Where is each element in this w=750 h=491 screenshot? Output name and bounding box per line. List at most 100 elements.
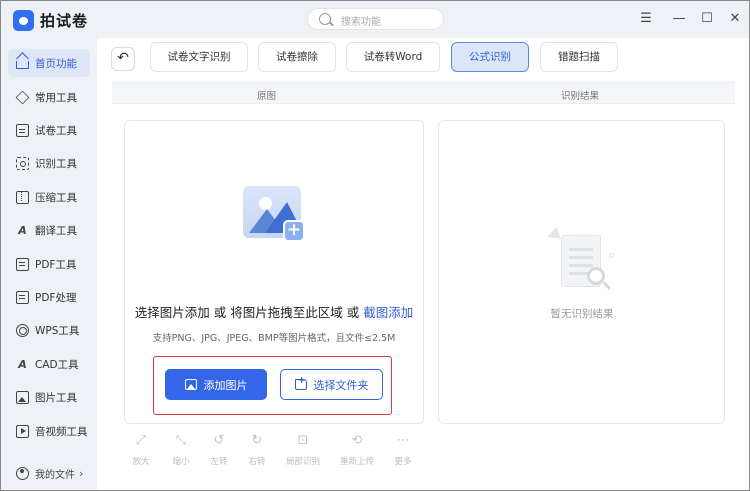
sidebar-item-recognize[interactable]: 识别工具	[8, 149, 90, 177]
rotate-right-icon: ↻	[251, 433, 263, 448]
original-image-header: 原图	[257, 91, 277, 102]
sidebar-item-common[interactable]: 常用工具	[8, 83, 90, 111]
reupload-icon: ⟲	[351, 433, 363, 448]
image-icon	[16, 390, 29, 404]
sidebar-item-label: PDF工具	[35, 258, 77, 271]
add-image-button[interactable]: 添加图片	[165, 369, 267, 400]
app-logo-icon	[13, 10, 34, 31]
partial-recognize-button[interactable]: ⊡ 局部识别	[283, 434, 323, 467]
app-title: 拍试卷	[40, 12, 89, 30]
my-files-label: 我的文件	[35, 469, 75, 481]
tool-label: 右转	[248, 457, 266, 467]
sidebar-item-label: PDF处理	[35, 291, 77, 304]
tab-paper-erase[interactable]: 试卷擦除	[258, 42, 336, 72]
chevron-right-icon: ›	[79, 466, 84, 480]
minimize-button[interactable]: —	[670, 10, 688, 28]
tool-label: 缩小	[172, 457, 190, 467]
tool-label: 局部识别	[285, 457, 320, 467]
choose-folder-button[interactable]: 选择文件夹	[280, 369, 383, 400]
tool-label: 左转	[210, 457, 228, 467]
sidebar-item-label: 试卷工具	[35, 124, 77, 137]
wps-icon	[16, 323, 29, 337]
back-button[interactable]: ↶	[111, 47, 135, 71]
add-image-illustration-icon: +	[243, 186, 307, 246]
rotate-left-icon: ↺	[213, 433, 225, 448]
compress-icon	[16, 190, 29, 204]
sidebar-item-pdf-process[interactable]: PDF处理	[8, 283, 90, 311]
sidebar-item-translate[interactable]: A 翻译工具	[8, 216, 90, 244]
upload-buttons-highlight: 添加图片 选择文件夹	[153, 356, 392, 415]
sidebar-item-label: 图片工具	[35, 391, 77, 404]
more-icon: ⋯	[396, 433, 410, 448]
title-bar: 拍试卷 搜索功能 ☰ — ☐ ✕	[1, 1, 749, 37]
more-button[interactable]: ⋯ 更多	[383, 434, 423, 467]
sidebar-item-label: WPS工具	[35, 324, 80, 337]
home-icon	[16, 61, 29, 69]
paper-icon	[16, 123, 29, 137]
zoom-in-button[interactable]: ⤢ 放大	[121, 434, 161, 467]
sidebar-item-wps[interactable]: WPS工具	[8, 316, 90, 344]
layers-icon	[15, 90, 30, 104]
crop-icon: ⊡	[297, 433, 309, 448]
sidebar-item-cad[interactable]: A CAD工具	[8, 350, 90, 378]
tab-formula-ocr[interactable]: 公式识别	[451, 42, 529, 72]
image-icon	[184, 379, 197, 390]
search-icon	[319, 13, 331, 25]
search-placeholder: 搜索功能	[341, 17, 381, 28]
main-content: ↶ 试卷文字识别 试卷擦除 试卷转Word 公式识别 错题扫描 原图 识别结果 …	[97, 38, 749, 490]
sidebar-item-label: 翻译工具	[35, 224, 77, 237]
close-button[interactable]: ✕	[726, 10, 744, 28]
sidebar-item-label: 音视频工具	[35, 425, 88, 438]
sidebar-item-home[interactable]: 首页功能	[8, 49, 90, 77]
app-window: 拍试卷 搜索功能 ☰ — ☐ ✕ 首页功能 常用工具 试卷工具 识别工具 压缩工…	[0, 0, 750, 491]
tab-paper-text-ocr[interactable]: 试卷文字识别	[150, 42, 248, 72]
sidebar: 首页功能 常用工具 试卷工具 识别工具 压缩工具 A 翻译工具 PDF工具 PD	[1, 43, 97, 490]
rotate-left-button[interactable]: ↺ 左转	[199, 434, 239, 467]
sidebar-item-image[interactable]: 图片工具	[8, 383, 90, 411]
empty-result-illustration-icon	[543, 227, 623, 299]
scan-icon	[16, 156, 29, 170]
upload-instructions: 选择图片添加 或 将图片拖拽至此区域 或 截图添加	[125, 302, 423, 321]
search-input[interactable]: 搜索功能	[307, 8, 444, 30]
tool-label: 放大	[132, 457, 150, 467]
folder-add-icon	[294, 375, 307, 390]
menu-button[interactable]: ☰	[637, 10, 655, 28]
rotate-right-button[interactable]: ↻ 右转	[237, 434, 277, 467]
media-icon	[16, 424, 29, 438]
screenshot-add-link[interactable]: 截图添加	[363, 305, 413, 320]
pdf-process-icon	[16, 290, 29, 304]
translate-icon: A	[18, 223, 27, 237]
add-image-label: 添加图片	[203, 378, 248, 392]
result-header: 识别结果	[561, 91, 600, 102]
tab-paper-to-word[interactable]: 试卷转Word	[346, 42, 440, 72]
upload-panel[interactable]: + 选择图片添加 或 将图片拖拽至此区域 或 截图添加 支持PNG、JPG、JP…	[124, 120, 424, 424]
shrink-icon: ⤡	[175, 433, 187, 448]
pdf-icon	[16, 257, 29, 271]
upload-instruction-text: 选择图片添加 或 将图片拖拽至此区域 或	[134, 305, 364, 320]
expand-icon: ⤢	[135, 433, 147, 448]
sidebar-item-label: 压缩工具	[35, 191, 77, 204]
sidebar-item-media[interactable]: 音视频工具	[8, 417, 90, 445]
cad-icon: A	[18, 357, 27, 371]
empty-result-text: 暂无识别结果	[550, 308, 614, 320]
sidebar-item-label: 常用工具	[35, 91, 77, 104]
sidebar-item-label: CAD工具	[35, 358, 79, 371]
my-files-link[interactable]: 我的文件 ›	[8, 461, 90, 485]
tool-label: 重新上传	[339, 457, 374, 467]
image-toolbar: ⤢ 放大 ⤡ 缩小 ↺ 左转 ↻ 右转 ⊡ 局部识别 ⟲ 重新上传 ⋯ 更多	[121, 434, 421, 474]
column-headers: 原图 识别结果	[112, 82, 735, 104]
zoom-out-button[interactable]: ⤡ 缩小	[161, 434, 201, 467]
sidebar-item-paper[interactable]: 试卷工具	[8, 116, 90, 144]
sidebar-item-label: 识别工具	[35, 157, 77, 170]
result-panel: 暂无识别结果	[438, 120, 725, 424]
format-hint: 支持PNG、JPG、JPEG、BMP等图片格式，且文件≤2.5M	[152, 333, 396, 344]
tab-wrong-question-scan[interactable]: 错题扫描	[540, 42, 618, 72]
reupload-button[interactable]: ⟲ 重新上传	[337, 434, 377, 467]
sidebar-item-compress[interactable]: 压缩工具	[8, 183, 90, 211]
sidebar-item-pdf-tools[interactable]: PDF工具	[8, 250, 90, 278]
choose-folder-label: 选择文件夹	[313, 378, 369, 392]
user-icon	[16, 466, 29, 480]
sidebar-item-label: 首页功能	[35, 57, 77, 70]
tool-label: 更多	[394, 457, 412, 467]
maximize-button[interactable]: ☐	[698, 10, 716, 28]
